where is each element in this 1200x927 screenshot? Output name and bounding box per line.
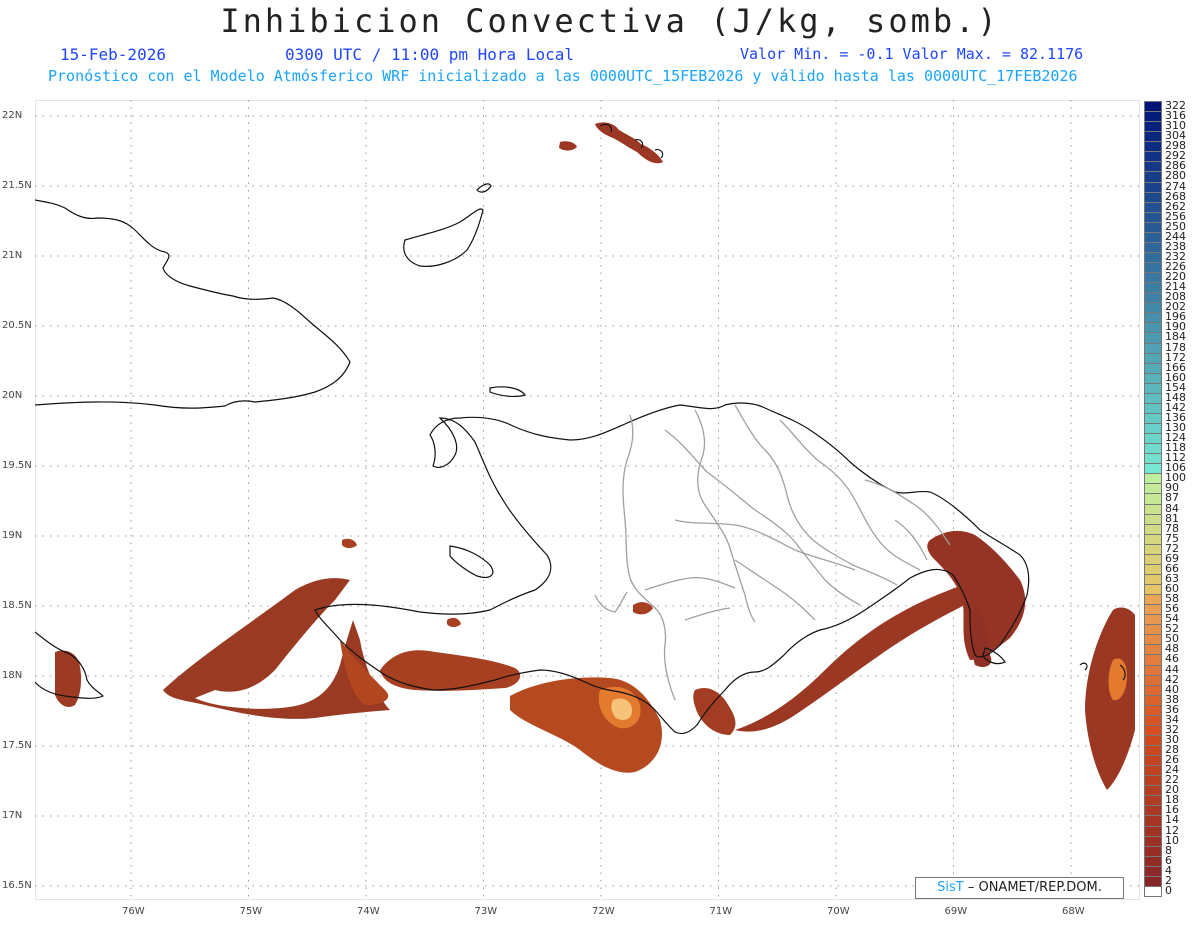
- lon-label: 70W: [827, 906, 850, 917]
- lon-label: 76W: [122, 906, 145, 917]
- forecast-note: Pronóstico con el Modelo Atmósferico WRF…: [48, 67, 1078, 85]
- lon-label: 72W: [592, 906, 615, 917]
- date-label: 15-Feb-2026: [60, 45, 166, 64]
- lon-label: 75W: [239, 906, 263, 917]
- forecast-map: [35, 100, 1140, 900]
- lat-label: 17.5N: [2, 740, 32, 751]
- lat-label: 18N: [2, 670, 23, 681]
- brand-logo: SisT: [937, 880, 964, 895]
- shading-jamaica-east: [55, 650, 82, 707]
- legend-label: 0: [1165, 883, 1172, 897]
- lon-label: 74W: [357, 906, 380, 917]
- lat-label: 21N: [2, 250, 23, 261]
- map-frame: [35, 100, 1140, 900]
- lat-label: 19N: [2, 530, 23, 541]
- lat-label: 18.5N: [2, 600, 32, 611]
- credit-box: SisT – ONAMET/REP.DOM.: [915, 877, 1124, 899]
- lon-label: 69W: [944, 906, 968, 917]
- time-label: 0300 UTC / 11:00 pm Hora Local: [285, 45, 574, 64]
- map-title: Inhibicion Convectiva (J/kg, somb.): [220, 2, 1000, 40]
- credit-text: – ONAMET/REP.DOM.: [967, 880, 1102, 895]
- lat-label: 20N: [2, 390, 23, 401]
- lon-label: 71W: [709, 906, 733, 917]
- lat-label: 16.5N: [2, 880, 32, 891]
- lat-label: 21.5N: [2, 180, 32, 191]
- legend-swatch: [1144, 885, 1162, 897]
- lat-label: 17N: [2, 810, 23, 821]
- lon-label: 68W: [1062, 906, 1085, 917]
- lat-label: 20.5N: [2, 320, 32, 331]
- lat-label: 22N: [2, 110, 23, 121]
- lon-label: 73W: [474, 906, 498, 917]
- lat-label: 19.5N: [2, 460, 32, 471]
- min-max-label: Valor Min. = -0.1 Valor Max. = 82.1176: [740, 45, 1084, 63]
